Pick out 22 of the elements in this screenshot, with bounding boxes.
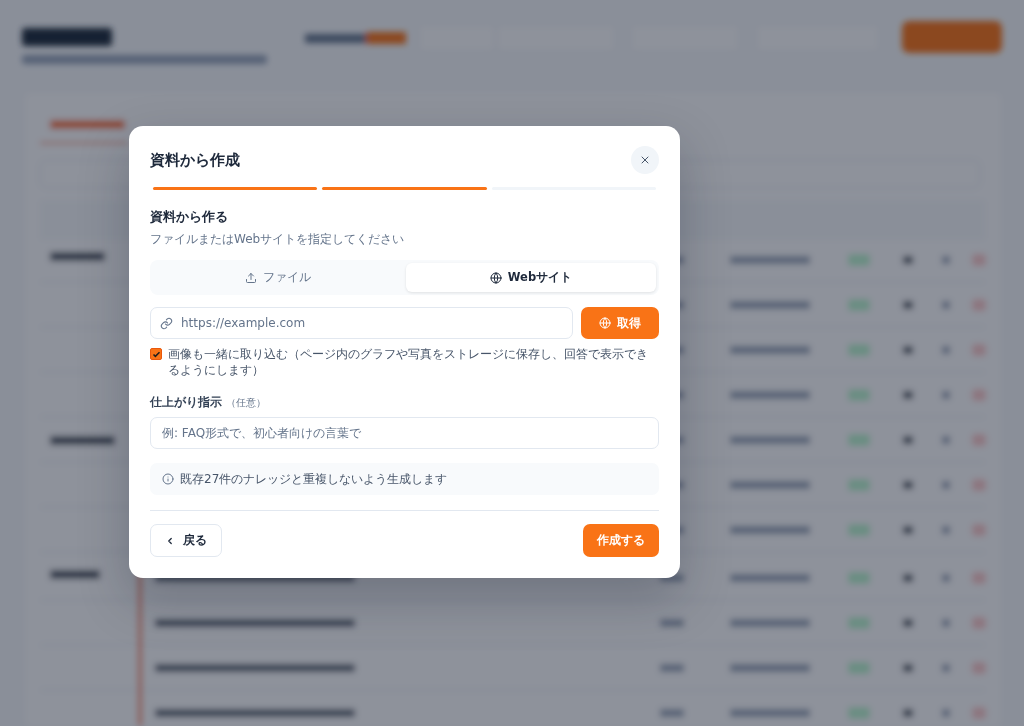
chevron-left-icon (165, 535, 175, 546)
close-icon (639, 154, 651, 166)
link-icon (160, 317, 173, 330)
back-button[interactable]: 戻る (150, 524, 222, 558)
url-field[interactable]: https://example.com (150, 307, 573, 339)
checkbox-label: 画像も一緒に取り込む（ページ内のグラフや写真をストレージに保存し、回答で表示できるようにします） (168, 346, 649, 379)
notice-text: 既存27件のナレッジと重複しないよう生成します (180, 470, 448, 488)
globe-icon (489, 271, 502, 284)
source-tab[interactable]: ファイル (153, 263, 403, 292)
section-subtitle: ファイルまたはWebサイトを指定してください (150, 231, 406, 248)
info-icon (162, 473, 174, 486)
instructions-field[interactable]: 例: FAQ形式で、初心者向けの言葉で (150, 417, 659, 450)
fetch-button[interactable]: 取得 (581, 307, 659, 339)
source-tab[interactable]: Webサイト (406, 263, 656, 292)
field-label: 仕上がり指示 (150, 395, 222, 411)
checkbox[interactable] (150, 348, 162, 360)
optional-label: （任意） (226, 396, 266, 411)
globe-icon (599, 317, 611, 329)
section-heading: 資料から作る (150, 208, 229, 226)
dialog-title: 資料から作成 (150, 150, 240, 170)
create-button[interactable]: 作成する (583, 524, 659, 558)
upload-icon (245, 271, 257, 284)
